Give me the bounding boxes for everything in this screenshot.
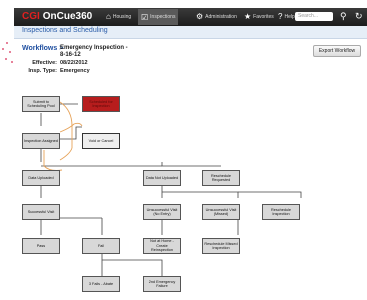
page-title: Inspections and Scheduling: [22, 27, 108, 34]
node-submit-to-scheduling-pool[interactable]: Submit to Scheduling Pool: [22, 96, 60, 112]
node-pass[interactable]: Pass: [22, 238, 60, 254]
inspection-type-value: Emergency: [60, 68, 90, 74]
node-successful-visit[interactable]: Successful Visit: [22, 204, 60, 220]
refresh-icon[interactable]: ↻: [355, 11, 363, 22]
nav-favorites[interactable]: ★ Favorites: [244, 12, 274, 21]
search-input[interactable]: Search...: [295, 12, 333, 21]
inspection-type-label: Insp. Type:: [28, 68, 57, 74]
node-reschedule-requested[interactable]: Reschedule Requested: [202, 170, 240, 186]
node-unsuccessful-visit-missed[interactable]: Unsuccessful Visit (Missed): [202, 204, 240, 220]
node-3-fails-abate[interactable]: 3 Fails - Abate: [82, 276, 120, 292]
effective-label: Effective:: [32, 60, 57, 66]
nav-housing[interactable]: ⌂ Housing: [106, 12, 131, 21]
node-void-or-cancel[interactable]: Void or Cancel: [82, 133, 120, 149]
node-2nd-emergency-failure[interactable]: 2nd Emergency Failure: [143, 276, 181, 292]
help-icon: ?: [278, 12, 283, 21]
node-scheduled-for-inspection[interactable]: Scheduled for Inspection: [82, 96, 120, 112]
app-logo[interactable]: CGI OnCue360: [22, 11, 92, 22]
node-unsuccessful-visit-no-entry[interactable]: Unsuccessful Visit (No Entry): [143, 204, 181, 220]
checklist-icon: ☑: [141, 12, 149, 22]
node-not-at-home-create-reinspection[interactable]: Not at Home - Create Reinspection: [143, 238, 181, 254]
workflow-connectors: [40, 101, 302, 276]
effective-value: 08/22/2012: [60, 60, 88, 66]
nav-administration[interactable]: ⚙ Administration: [196, 12, 237, 21]
node-data-uploaded[interactable]: Data Uploaded: [22, 170, 60, 186]
node-reschedule-inspection[interactable]: Reschedule Inspection: [262, 204, 300, 220]
search-icon[interactable]: ⚲: [340, 11, 347, 22]
gear-icon: ⚙: [196, 12, 204, 21]
workflow-name: Emergency Inspection -8-16-12: [60, 45, 128, 58]
node-reschedule-missed-inspection[interactable]: Reschedule Missed Inspection: [202, 238, 240, 254]
export-workflow-button[interactable]: Export Workflow: [313, 45, 361, 57]
star-icon: ★: [244, 12, 252, 21]
nav-inspections[interactable]: ☑ Inspections: [138, 9, 179, 25]
node-fail[interactable]: Fail: [82, 238, 120, 254]
node-data-not-uploaded[interactable]: Data Not Uploaded: [143, 170, 181, 186]
node-inspection-assigned[interactable]: Inspection Assigned: [22, 133, 60, 149]
workflow-diagram: Submit to Scheduling Pool Scheduled for …: [14, 80, 367, 300]
home-icon: ⌂: [106, 12, 111, 21]
nav-help[interactable]: ? Help: [278, 12, 295, 21]
top-navigation-bar: CGI OnCue360 ⌂ Housing ☑ Inspections ⚙ Admin…: [14, 8, 367, 26]
workflows-breadcrumb-link[interactable]: Workflows >: [22, 45, 63, 52]
